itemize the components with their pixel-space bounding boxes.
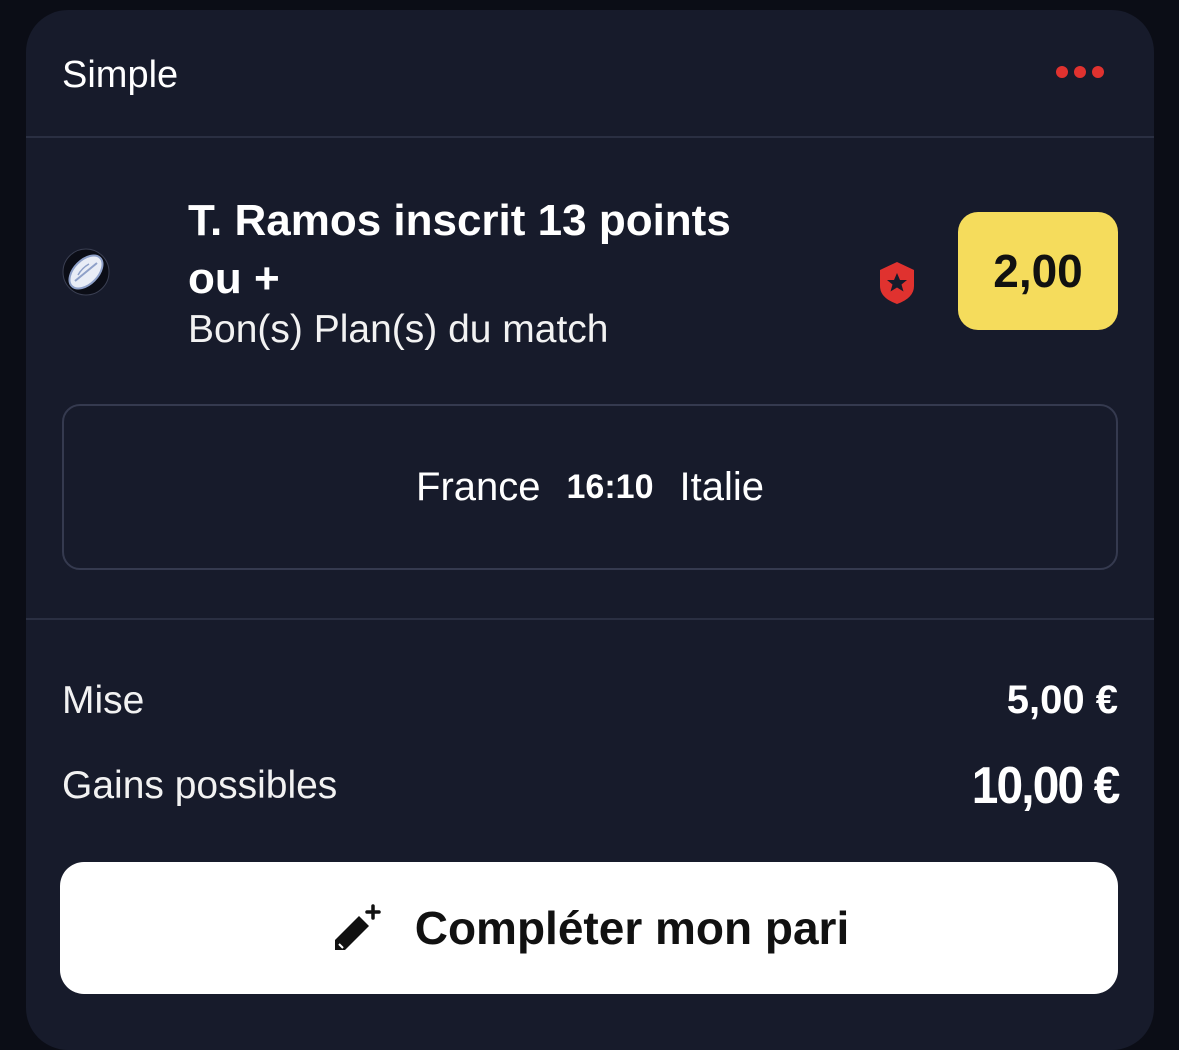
odds-button[interactable]: 2,00	[958, 212, 1118, 330]
away-team: Italie	[679, 464, 764, 509]
stake-row: Mise 5,00 €	[62, 678, 1118, 723]
more-dots-icon[interactable]	[1056, 66, 1104, 78]
complete-bet-button[interactable]: Compléter mon pari	[60, 862, 1118, 994]
winnings-row: Gains possibles 10,00 €	[62, 756, 1120, 816]
pencil-plus-icon	[334, 904, 381, 950]
selection-title: T. Ramos inscrit 13 points ou +	[188, 196, 731, 303]
home-team: France	[416, 464, 541, 509]
winnings-label: Gains possibles	[62, 764, 338, 807]
complete-bet-label: Compléter mon pari	[414, 902, 850, 954]
stake-value: 5,00 €	[1006, 678, 1118, 722]
bet-slip-card: Simple T. Ramos inscrit 13 points ou + B…	[26, 10, 1154, 1050]
stake-label: Mise	[62, 678, 145, 722]
rugby-ball-icon	[62, 248, 110, 296]
bet-selection: T. Ramos inscrit 13 points ou + Bon(s) P…	[26, 140, 1154, 620]
winnings-value: 10,00 €	[971, 757, 1120, 815]
boost-shield-star-icon	[880, 262, 914, 304]
bet-type-label: Simple	[62, 54, 179, 96]
match-score: 16:10	[566, 467, 654, 506]
match-score-box: France 16:10 Italie	[62, 404, 1118, 570]
bet-slip-header: Simple	[26, 10, 1154, 138]
selection-market: Bon(s) Plan(s) du match	[188, 308, 609, 351]
